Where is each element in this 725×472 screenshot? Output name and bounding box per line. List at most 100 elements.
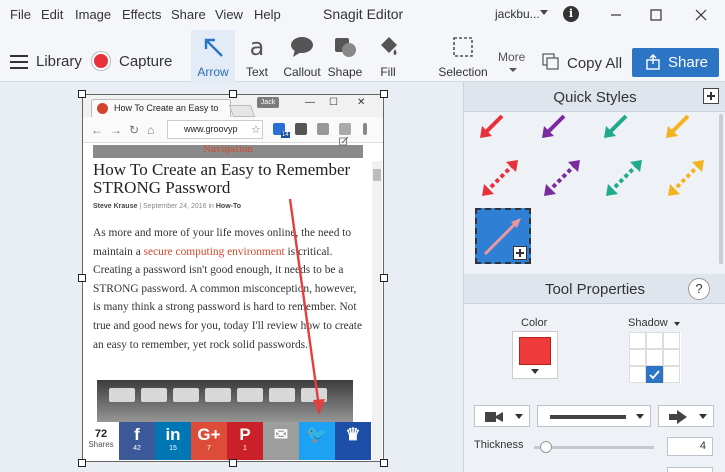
- color-picker[interactable]: [512, 331, 558, 379]
- text-icon: a: [249, 33, 265, 61]
- quick-style-arrow[interactable]: [534, 154, 590, 210]
- shadow-cell[interactable]: [629, 332, 646, 349]
- checkmark-icon: [649, 370, 660, 380]
- panel-scrollbar[interactable]: [719, 114, 723, 264]
- color-swatch: [519, 337, 551, 365]
- info-icon[interactable]: i: [563, 6, 579, 22]
- shadow-cell-selected[interactable]: [646, 366, 663, 383]
- arrow-end-icon: [669, 410, 687, 424]
- tool-text[interactable]: a Text: [240, 30, 274, 82]
- chevron-down-icon: [531, 369, 539, 374]
- account-caret-icon[interactable]: [540, 10, 548, 15]
- close-button[interactable]: [690, 5, 712, 25]
- tool-label: Selection: [438, 65, 488, 79]
- minimize-button[interactable]: [605, 5, 627, 25]
- chevron-down-icon: [515, 414, 523, 419]
- thickness-input[interactable]: 4: [667, 437, 713, 456]
- menu-effects[interactable]: Effects: [122, 7, 162, 22]
- menu-share[interactable]: Share: [171, 7, 206, 22]
- add-style-icon[interactable]: [703, 88, 719, 104]
- account-name[interactable]: jackbu...: [495, 7, 540, 21]
- shape-icon: [326, 32, 364, 62]
- tool-shape[interactable]: Shape: [326, 30, 364, 82]
- arrow-end-dropdown[interactable]: [658, 405, 714, 427]
- resize-handle[interactable]: [229, 90, 237, 98]
- arrow-icon: [191, 32, 235, 62]
- callout-icon: [280, 32, 324, 62]
- quick-style-arrow[interactable]: [596, 154, 652, 210]
- copy-all-button[interactable]: Copy All: [567, 55, 622, 72]
- line-style-dropdown[interactable]: [537, 405, 651, 427]
- tool-label: Callout: [283, 65, 321, 79]
- chevron-down-icon: [699, 414, 707, 419]
- hamburger-menu-icon[interactable]: [10, 55, 28, 73]
- more-caret-icon[interactable]: [509, 68, 517, 72]
- properties-panel: Quick Styles Tool Properties ? Color Sha…: [463, 82, 725, 472]
- fill-bucket-icon: [370, 32, 406, 62]
- tool-arrow[interactable]: Arrow: [191, 30, 235, 82]
- chevron-down-icon: [636, 414, 644, 419]
- app-title: Snagit Editor: [323, 6, 404, 22]
- tool-properties-title: Tool Properties: [544, 281, 646, 298]
- tool-selection[interactable]: Selection: [436, 30, 490, 82]
- help-button[interactable]: ?: [688, 278, 710, 300]
- menu-view[interactable]: View: [215, 7, 243, 22]
- resize-handle[interactable]: [380, 274, 388, 282]
- shadow-direction-grid: [629, 332, 681, 383]
- add-icon[interactable]: [513, 246, 527, 260]
- quick-styles-title: Quick Styles: [553, 89, 637, 106]
- quick-style-selected[interactable]: [475, 208, 531, 264]
- editor-canvas[interactable]: How To Create an Easy to Jack — ☐ ✕ ← → …: [0, 82, 463, 472]
- resize-handle[interactable]: [78, 274, 86, 282]
- arrow-start-icon: [485, 412, 503, 422]
- tool-fill[interactable]: Fill: [370, 30, 406, 82]
- menu-file[interactable]: File: [10, 7, 31, 22]
- line-style-icon: [550, 415, 626, 419]
- shadow-cell[interactable]: [629, 349, 646, 366]
- red-arrow-annotation[interactable]: [83, 95, 383, 461]
- shadow-label: Shadow: [628, 317, 668, 329]
- shadow-cell[interactable]: [663, 349, 680, 366]
- shadow-cell[interactable]: [663, 366, 680, 383]
- quick-style-arrow[interactable]: [472, 154, 528, 210]
- tool-label: Fill: [380, 65, 396, 79]
- quick-style-arrow[interactable]: [658, 154, 714, 210]
- menu-image[interactable]: Image: [75, 7, 111, 22]
- thickness-slider-knob[interactable]: [540, 441, 552, 453]
- tool-callout[interactable]: Callout: [280, 30, 324, 82]
- resize-handle[interactable]: [78, 90, 86, 98]
- copy-all-icon[interactable]: [542, 53, 560, 71]
- more-button[interactable]: More: [498, 50, 525, 64]
- selection-icon: [436, 32, 490, 62]
- resize-handle[interactable]: [78, 459, 86, 467]
- share-button[interactable]: Share: [632, 48, 719, 77]
- menu-help[interactable]: Help: [254, 7, 281, 22]
- toolbar: Library Capture Arrow a Text Callout Sha…: [0, 30, 725, 82]
- captured-image[interactable]: How To Create an Easy to Jack — ☐ ✕ ← → …: [82, 94, 384, 462]
- tool-label: Text: [245, 65, 268, 79]
- tool-label: Shape: [327, 65, 363, 79]
- thickness-slider[interactable]: [534, 446, 654, 449]
- resize-handle[interactable]: [229, 459, 237, 467]
- title-bar: File Edit Image Effects Share View Help …: [0, 0, 725, 30]
- share-icon: [645, 54, 661, 70]
- capture-button[interactable]: Capture: [119, 53, 172, 70]
- shadow-cell[interactable]: [646, 349, 663, 366]
- shadow-cell[interactable]: [646, 332, 663, 349]
- menu-edit[interactable]: Edit: [41, 7, 63, 22]
- capture-record-icon[interactable]: [94, 54, 108, 68]
- quick-styles-header: Quick Styles: [464, 82, 725, 112]
- arrow-start-dropdown[interactable]: [474, 405, 530, 427]
- color-label: Color: [521, 317, 548, 329]
- resize-handle[interactable]: [380, 459, 388, 467]
- thickness-label: Thickness: [474, 439, 524, 451]
- library-button[interactable]: Library: [36, 53, 82, 70]
- share-button-label: Share: [668, 54, 709, 71]
- maximize-button[interactable]: [645, 5, 667, 25]
- shadow-cell[interactable]: [663, 332, 680, 349]
- shadow-cell[interactable]: [629, 366, 646, 383]
- next-property-input[interactable]: [667, 467, 713, 472]
- shadow-caret-icon[interactable]: [674, 322, 680, 326]
- resize-handle[interactable]: [380, 90, 388, 98]
- tool-properties-header: Tool Properties ?: [464, 274, 725, 304]
